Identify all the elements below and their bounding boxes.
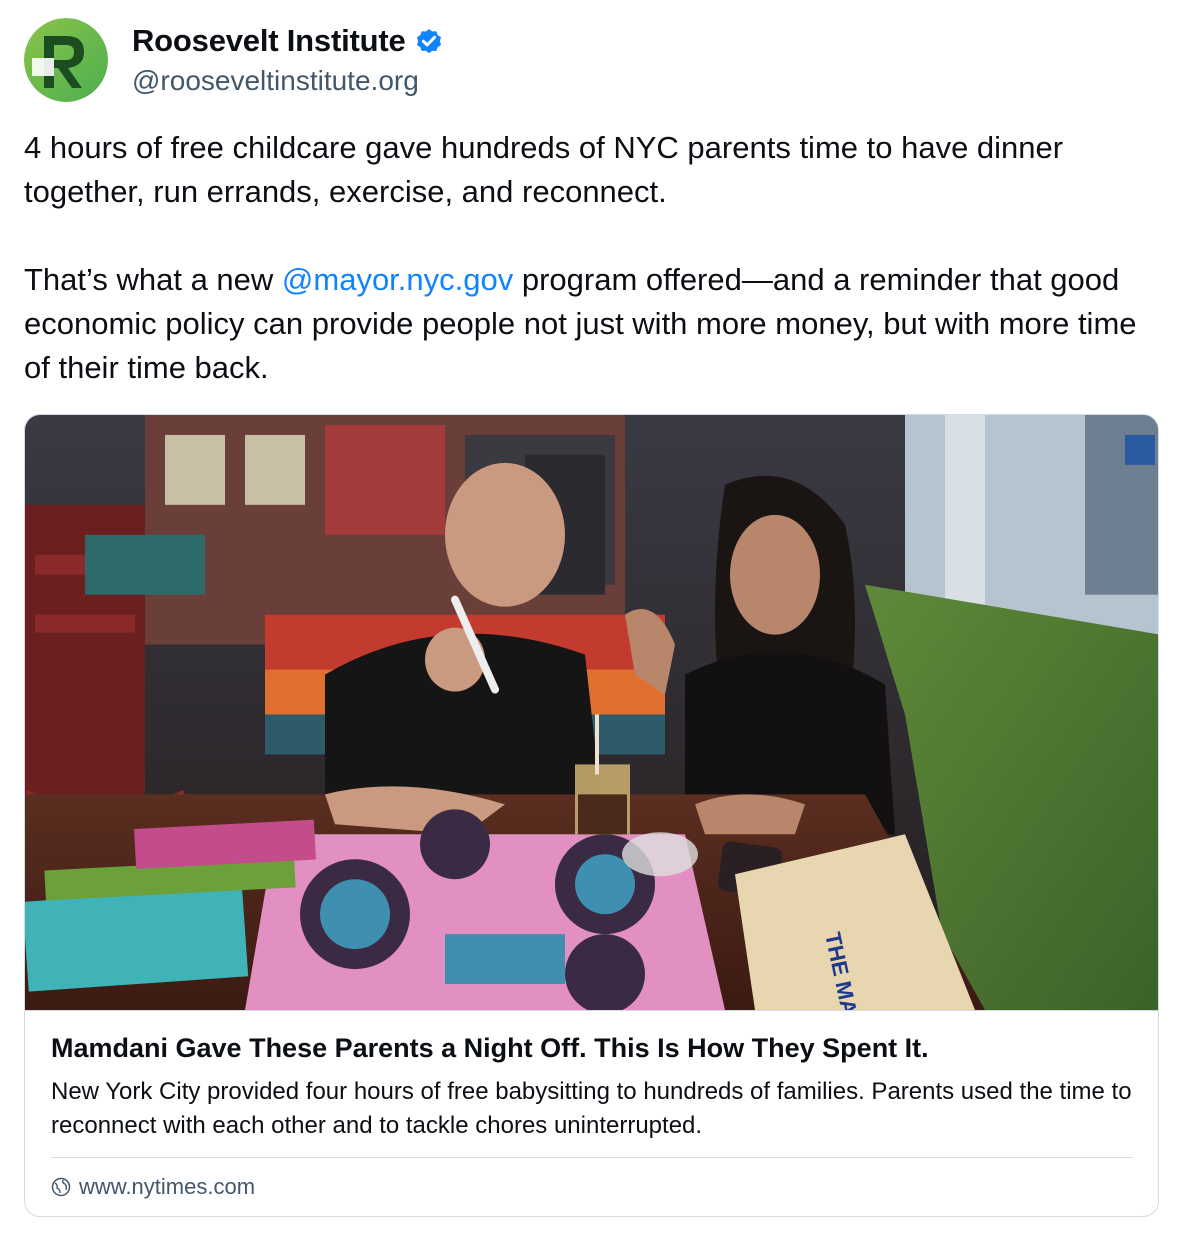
article-thumbnail-image[interactable]: THE MAGNIFICENT xyxy=(25,415,1159,1011)
name-row: Roosevelt Institute xyxy=(132,23,444,59)
avatar[interactable] xyxy=(24,18,108,102)
post-paragraph-2: That’s what a new @mayor.nyc.gov program… xyxy=(24,258,1154,390)
post-header: Roosevelt Institute @rooseveltinstitute.… xyxy=(24,18,444,102)
post-text-before-mention: That’s what a new xyxy=(24,262,282,297)
link-card-domain-text: www.nytimes.com xyxy=(79,1174,256,1199)
link-card-domain[interactable]: www.nytimes.com xyxy=(51,1173,255,1201)
mention-link[interactable]: @mayor.nyc.gov xyxy=(282,262,513,297)
post-text: 4 hours of free childcare gave hundreds … xyxy=(24,126,1154,390)
link-card[interactable]: THE MAGNIFICENT Mamdani Gave These Paren… xyxy=(24,414,1159,1217)
display-name[interactable]: Roosevelt Institute xyxy=(132,23,406,59)
verified-badge-icon xyxy=(414,26,444,56)
handle[interactable]: @rooseveltinstitute.org xyxy=(132,65,444,97)
globe-icon xyxy=(51,1177,71,1197)
post: Roosevelt Institute @rooseveltinstitute.… xyxy=(0,0,1182,1240)
author-info: Roosevelt Institute @rooseveltinstitute.… xyxy=(132,23,444,97)
post-paragraph-1: 4 hours of free childcare gave hundreds … xyxy=(24,130,1064,209)
link-card-title[interactable]: Mamdani Gave These Parents a Night Off. … xyxy=(51,1033,1131,1064)
link-card-description: New York City provided four hours of fre… xyxy=(51,1078,1132,1139)
link-card-divider xyxy=(51,1157,1133,1158)
roosevelt-r-logo-icon xyxy=(24,18,108,102)
